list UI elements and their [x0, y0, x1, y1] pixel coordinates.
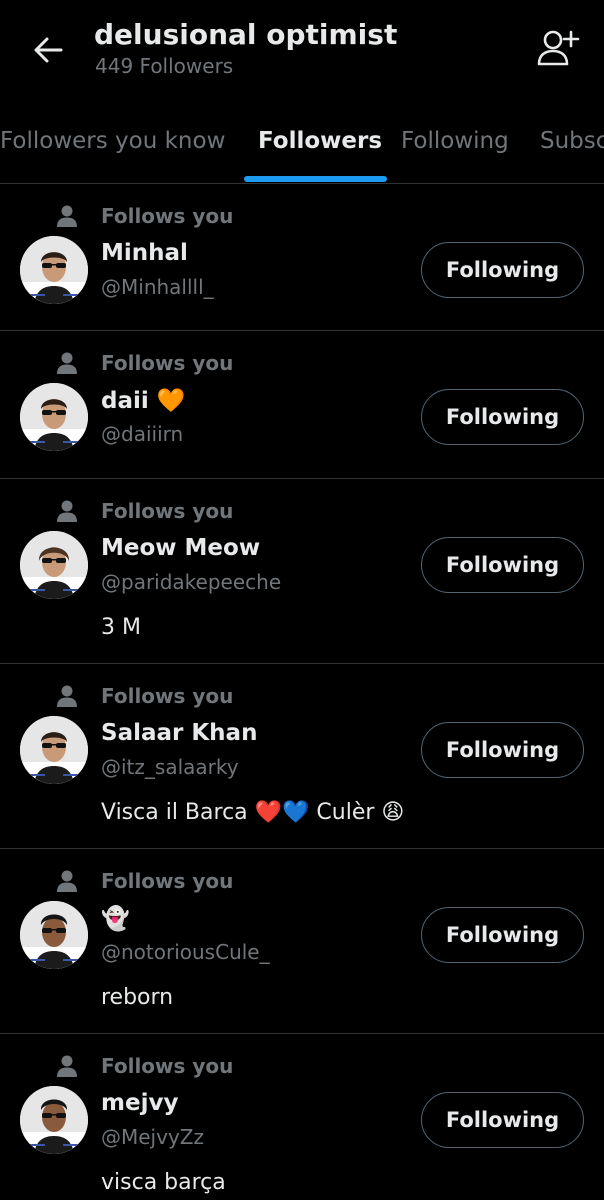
person-icon: [57, 205, 77, 227]
follower-handle[interactable]: @Minhallll_: [101, 275, 214, 299]
avatar[interactable]: [20, 1086, 88, 1154]
follower-bio: 3 M: [101, 615, 141, 640]
follower-name[interactable]: daii 🧡: [101, 387, 185, 414]
list-item[interactable]: Follows you daii 🧡 @daiiirn Following: [0, 331, 604, 479]
follower-name[interactable]: 👻: [101, 905, 130, 932]
list-item[interactable]: Follows you Minhal @Minhallll_ Following: [0, 184, 604, 331]
following-button[interactable]: Following: [421, 389, 584, 445]
follower-bio: visca barça: [101, 1170, 226, 1195]
follower-bio: Visca il Barca ❤️💙 Culèr 😩: [101, 800, 405, 825]
follower-name[interactable]: Minhal: [101, 240, 188, 266]
follower-name[interactable]: mejvy: [101, 1090, 178, 1116]
follower-handle[interactable]: @MejvyZz: [101, 1125, 204, 1149]
tab-following[interactable]: Following: [401, 128, 509, 154]
avatar[interactable]: [20, 383, 88, 451]
add-user-icon: [537, 30, 580, 66]
following-button[interactable]: Following: [421, 722, 584, 778]
top-bar: delusional optimist 449 Followers: [0, 0, 604, 100]
tab-subscriptions[interactable]: Subscriptions: [540, 128, 604, 154]
list-item[interactable]: Follows you 👻 @notoriousCule_ reborn Fol…: [0, 849, 604, 1034]
follower-name[interactable]: Meow Meow: [101, 535, 260, 561]
tab-followers[interactable]: Followers: [258, 128, 382, 154]
follower-handle[interactable]: @paridakepeeche: [101, 570, 281, 594]
avatar[interactable]: [20, 901, 88, 969]
follower-bio: reborn: [101, 985, 174, 1010]
person-icon: [57, 870, 77, 892]
list-item[interactable]: Follows you Salaar Khan @itz_salaarky Vi…: [0, 664, 604, 849]
active-tab-indicator: [244, 176, 387, 182]
person-icon: [57, 685, 77, 707]
person-icon: [57, 1055, 77, 1077]
followers-list: Follows you Minhal @Minhallll_ Following…: [0, 184, 604, 1200]
following-button[interactable]: Following: [421, 537, 584, 593]
follower-name[interactable]: Salaar Khan: [101, 720, 257, 746]
followers-count: 449 Followers: [95, 54, 234, 78]
tab-bar: Followers you know Followers Following S…: [0, 100, 604, 184]
follows-you-label: Follows you: [101, 684, 234, 708]
add-user-button[interactable]: [534, 26, 582, 70]
follows-you-label: Follows you: [101, 869, 234, 893]
avatar[interactable]: [20, 236, 88, 304]
follows-you-label: Follows you: [101, 204, 234, 228]
avatar[interactable]: [20, 531, 88, 599]
person-icon: [57, 500, 77, 522]
list-item[interactable]: Follows you mejvy @MejvyZz visca barça F…: [0, 1034, 604, 1200]
list-item[interactable]: Follows you Meow Meow @paridakepeeche 3 …: [0, 479, 604, 664]
follows-you-label: Follows you: [101, 1054, 234, 1078]
profile-name: delusional optimist: [94, 18, 398, 51]
person-icon: [57, 352, 77, 374]
back-button[interactable]: [28, 30, 68, 70]
follows-you-label: Follows you: [101, 351, 234, 375]
following-button[interactable]: Following: [421, 242, 584, 298]
follower-handle[interactable]: @notoriousCule_: [101, 940, 270, 964]
follows-you-label: Follows you: [101, 499, 234, 523]
follower-handle[interactable]: @daiiirn: [101, 422, 183, 446]
follower-handle[interactable]: @itz_salaarky: [101, 755, 239, 779]
following-button[interactable]: Following: [421, 907, 584, 963]
tab-followers-you-know[interactable]: Followers you know: [0, 128, 225, 154]
avatar[interactable]: [20, 716, 88, 784]
arrow-left-icon: [34, 37, 63, 63]
following-button[interactable]: Following: [421, 1092, 584, 1148]
